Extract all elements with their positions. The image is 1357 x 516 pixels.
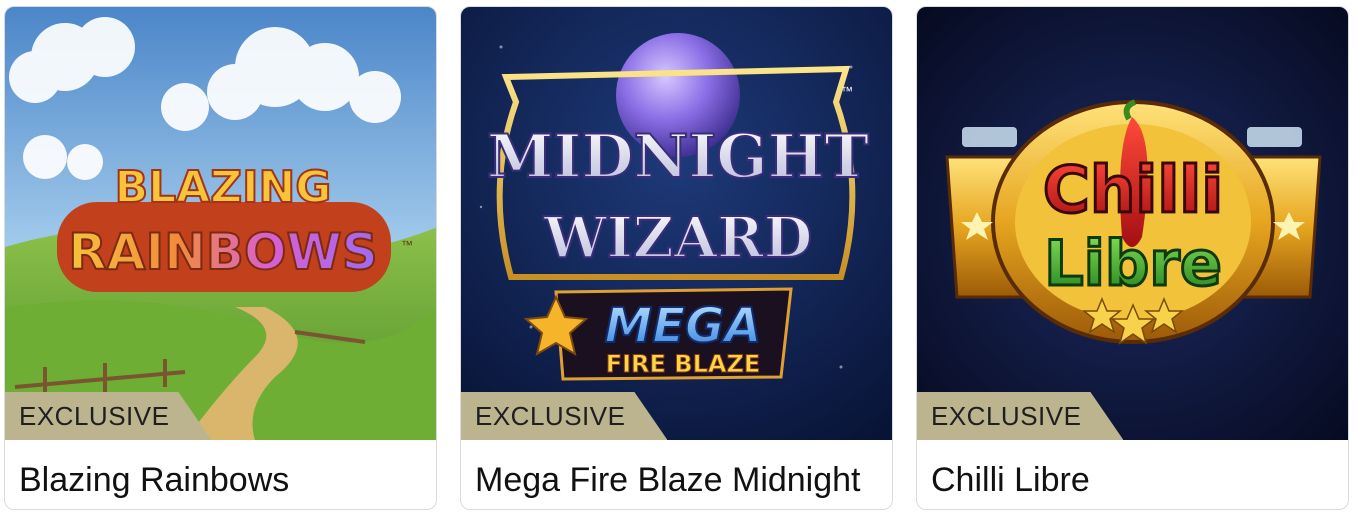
logo-line-4: FIRE BLAZE xyxy=(606,350,761,378)
exclusive-badge: EXCLUSIVE xyxy=(461,392,668,440)
midnight-wizard-artwork: MIDNIGHT WIZARD ™ MEGA FIRE BLAZE xyxy=(461,7,892,440)
logo-line-2: RAINBOWS xyxy=(68,223,377,281)
trademark-mark: ™ xyxy=(401,238,413,252)
game-grid: BLAZING RAINBOWS ™ EXCLUSIVE Blazing Rai… xyxy=(0,0,1357,516)
blazing-rainbows-artwork: BLAZING RAINBOWS ™ xyxy=(5,7,436,440)
trademark-mark: ™ xyxy=(841,84,853,98)
game-card-blazing-rainbows[interactable]: BLAZING RAINBOWS ™ EXCLUSIVE Blazing Rai… xyxy=(4,6,437,510)
game-thumbnail[interactable]: MIDNIGHT WIZARD ™ MEGA FIRE BLAZE EXCLUS… xyxy=(461,7,892,440)
exclusive-badge: EXCLUSIVE xyxy=(917,392,1124,440)
game-card-mega-fire-blaze-midnight[interactable]: MIDNIGHT WIZARD ™ MEGA FIRE BLAZE EXCLUS… xyxy=(460,6,893,510)
game-title[interactable]: Mega Fire Blaze Midnight xyxy=(475,450,882,509)
logo-line-2: Libre xyxy=(1044,227,1222,300)
game-thumbnail[interactable]: BLAZING RAINBOWS ™ EXCLUSIVE xyxy=(5,7,436,440)
chilli-libre-artwork: Chilli Libre xyxy=(917,7,1348,440)
logo-line-1: MIDNIGHT xyxy=(487,122,869,192)
logo-line-2: WIZARD xyxy=(543,205,813,271)
game-card-chilli-libre[interactable]: Chilli Libre EXCLUSIVE Chilli Libre xyxy=(916,6,1349,510)
game-thumbnail[interactable]: Chilli Libre EXCLUSIVE xyxy=(917,7,1348,440)
logo-line-1: BLAZING xyxy=(115,162,332,213)
exclusive-badge: EXCLUSIVE xyxy=(5,392,212,440)
logo-line-1: Chilli xyxy=(1043,154,1223,228)
game-title[interactable]: Chilli Libre xyxy=(931,450,1338,509)
game-title[interactable]: Blazing Rainbows xyxy=(19,450,426,509)
logo-line-3: MEGA xyxy=(604,298,761,354)
